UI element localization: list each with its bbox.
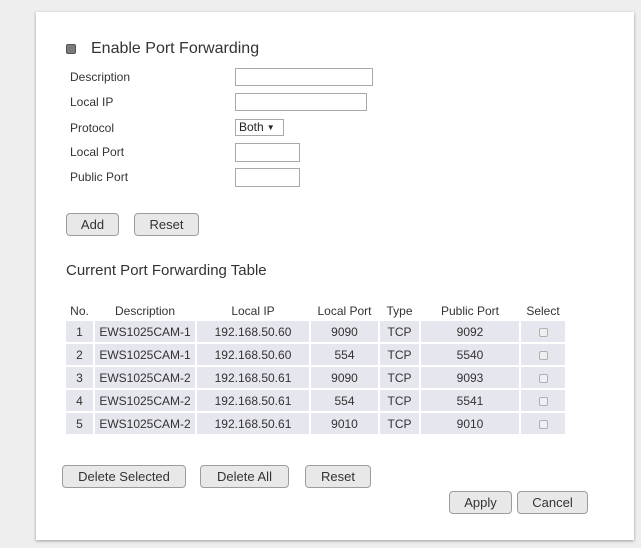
table-cell-local-port: 554 bbox=[311, 390, 378, 411]
form-reset-button[interactable]: Reset bbox=[134, 213, 199, 236]
description-label: Description bbox=[70, 70, 131, 84]
table-cell-select bbox=[521, 367, 565, 388]
table-cell-no: 5 bbox=[66, 413, 93, 434]
table-cell-description: EWS1025CAM-2 bbox=[95, 390, 195, 411]
table-cell-public-port: 9092 bbox=[421, 321, 519, 342]
delete-selected-button[interactable]: Delete Selected bbox=[62, 465, 186, 488]
column-header-local-port: Local Port bbox=[317, 303, 372, 318]
table-cell-local-ip: 192.168.50.61 bbox=[197, 367, 309, 388]
protocol-select[interactable]: Both ▼ bbox=[235, 119, 284, 136]
delete-all-button[interactable]: Delete All bbox=[200, 465, 289, 488]
table-cell-local-ip: 192.168.50.61 bbox=[197, 390, 309, 411]
table-cell-local-ip: 192.168.50.60 bbox=[197, 321, 309, 342]
table-cell-local-ip: 192.168.50.61 bbox=[197, 413, 309, 434]
table-cell-local-port: 9090 bbox=[311, 321, 378, 342]
table-cell-public-port: 9093 bbox=[421, 367, 519, 388]
enable-port-forwarding-label: Enable Port Forwarding bbox=[91, 40, 260, 57]
add-button[interactable]: Add bbox=[66, 213, 119, 236]
table-cell-description: EWS1025CAM-2 bbox=[95, 367, 195, 388]
protocol-select-value: Both bbox=[239, 120, 264, 134]
column-header-select: Select bbox=[526, 303, 560, 318]
table-cell-public-port: 5540 bbox=[421, 344, 519, 365]
column-header-public-port: Public Port bbox=[440, 303, 500, 318]
column-header-description: Description bbox=[114, 303, 176, 318]
table-cell-type: TCP bbox=[380, 367, 419, 388]
table-row: 4 EWS1025CAM-2 192.168.50.61 554 TCP 5541 bbox=[66, 390, 565, 411]
table-cell-local-ip: 192.168.50.60 bbox=[197, 344, 309, 365]
table-cell-public-port: 9010 bbox=[421, 413, 519, 434]
column-header-no: No. bbox=[70, 303, 89, 318]
dropdown-arrow-icon: ▼ bbox=[266, 123, 275, 132]
row-select-checkbox[interactable] bbox=[538, 373, 548, 383]
table-cell-type: TCP bbox=[380, 321, 419, 342]
table-cell-select bbox=[521, 413, 565, 434]
table-reset-button[interactable]: Reset bbox=[305, 465, 371, 488]
enable-port-forwarding-checkbox[interactable] bbox=[66, 44, 76, 54]
table-cell-type: TCP bbox=[380, 390, 419, 411]
table-body: 1 EWS1025CAM-1 192.168.50.60 9090 TCP 9092 2 EW… bbox=[66, 321, 565, 434]
table-cell-type: TCP bbox=[380, 413, 419, 434]
enable-port-forwarding-row: Enable Port Forwarding bbox=[66, 40, 259, 58]
protocol-label: Protocol bbox=[70, 121, 115, 135]
column-header-type: Type bbox=[386, 303, 413, 318]
cancel-button[interactable]: Cancel bbox=[517, 491, 588, 514]
table-cell-description: EWS1025CAM-1 bbox=[95, 321, 195, 342]
table-cell-public-port: 5541 bbox=[421, 390, 519, 411]
description-input[interactable] bbox=[235, 68, 373, 86]
table-cell-local-port: 9090 bbox=[311, 367, 378, 388]
column-header-local-ip: Local IP bbox=[231, 303, 275, 318]
table-header-row: No. Description Local IP Local Port Type Publ… bbox=[66, 302, 565, 319]
public-port-label: Public Port bbox=[70, 170, 129, 184]
table-row: 2 EWS1025CAM-1 192.168.50.60 554 TCP 5540 bbox=[66, 344, 565, 365]
row-select-checkbox[interactable] bbox=[538, 327, 548, 337]
table-cell-type: TCP bbox=[380, 344, 419, 365]
local-ip-label: Local IP bbox=[70, 95, 114, 109]
table-cell-description: EWS1025CAM-2 bbox=[95, 413, 195, 434]
table-cell-select bbox=[521, 390, 565, 411]
row-select-checkbox[interactable] bbox=[538, 396, 548, 406]
port-forwarding-table: No. Description Local IP Local Port Type Publ… bbox=[64, 300, 567, 436]
table-cell-local-port: 9010 bbox=[311, 413, 378, 434]
table-cell-select bbox=[521, 321, 565, 342]
table-cell-description: EWS1025CAM-1 bbox=[95, 344, 195, 365]
table-cell-select bbox=[521, 344, 565, 365]
apply-button[interactable]: Apply bbox=[449, 491, 512, 514]
public-port-input[interactable] bbox=[235, 168, 300, 187]
table-row: 5 EWS1025CAM-2 192.168.50.61 9010 TCP 9010 bbox=[66, 413, 565, 434]
local-port-input[interactable] bbox=[235, 143, 300, 162]
row-select-checkbox[interactable] bbox=[538, 350, 548, 360]
table-cell-no: 4 bbox=[66, 390, 93, 411]
table-cell-no: 3 bbox=[66, 367, 93, 388]
table-cell-no: 1 bbox=[66, 321, 93, 342]
table-row: 1 EWS1025CAM-1 192.168.50.60 9090 TCP 9092 bbox=[66, 321, 565, 342]
table-row: 3 EWS1025CAM-2 192.168.50.61 9090 TCP 9093 bbox=[66, 367, 565, 388]
row-select-checkbox[interactable] bbox=[538, 419, 548, 429]
port-forwarding-table-title: Current Port Forwarding Table bbox=[66, 262, 267, 279]
table-cell-local-port: 554 bbox=[311, 344, 378, 365]
table-cell-no: 2 bbox=[66, 344, 93, 365]
local-port-label: Local Port bbox=[70, 145, 125, 159]
local-ip-input[interactable] bbox=[235, 93, 367, 111]
